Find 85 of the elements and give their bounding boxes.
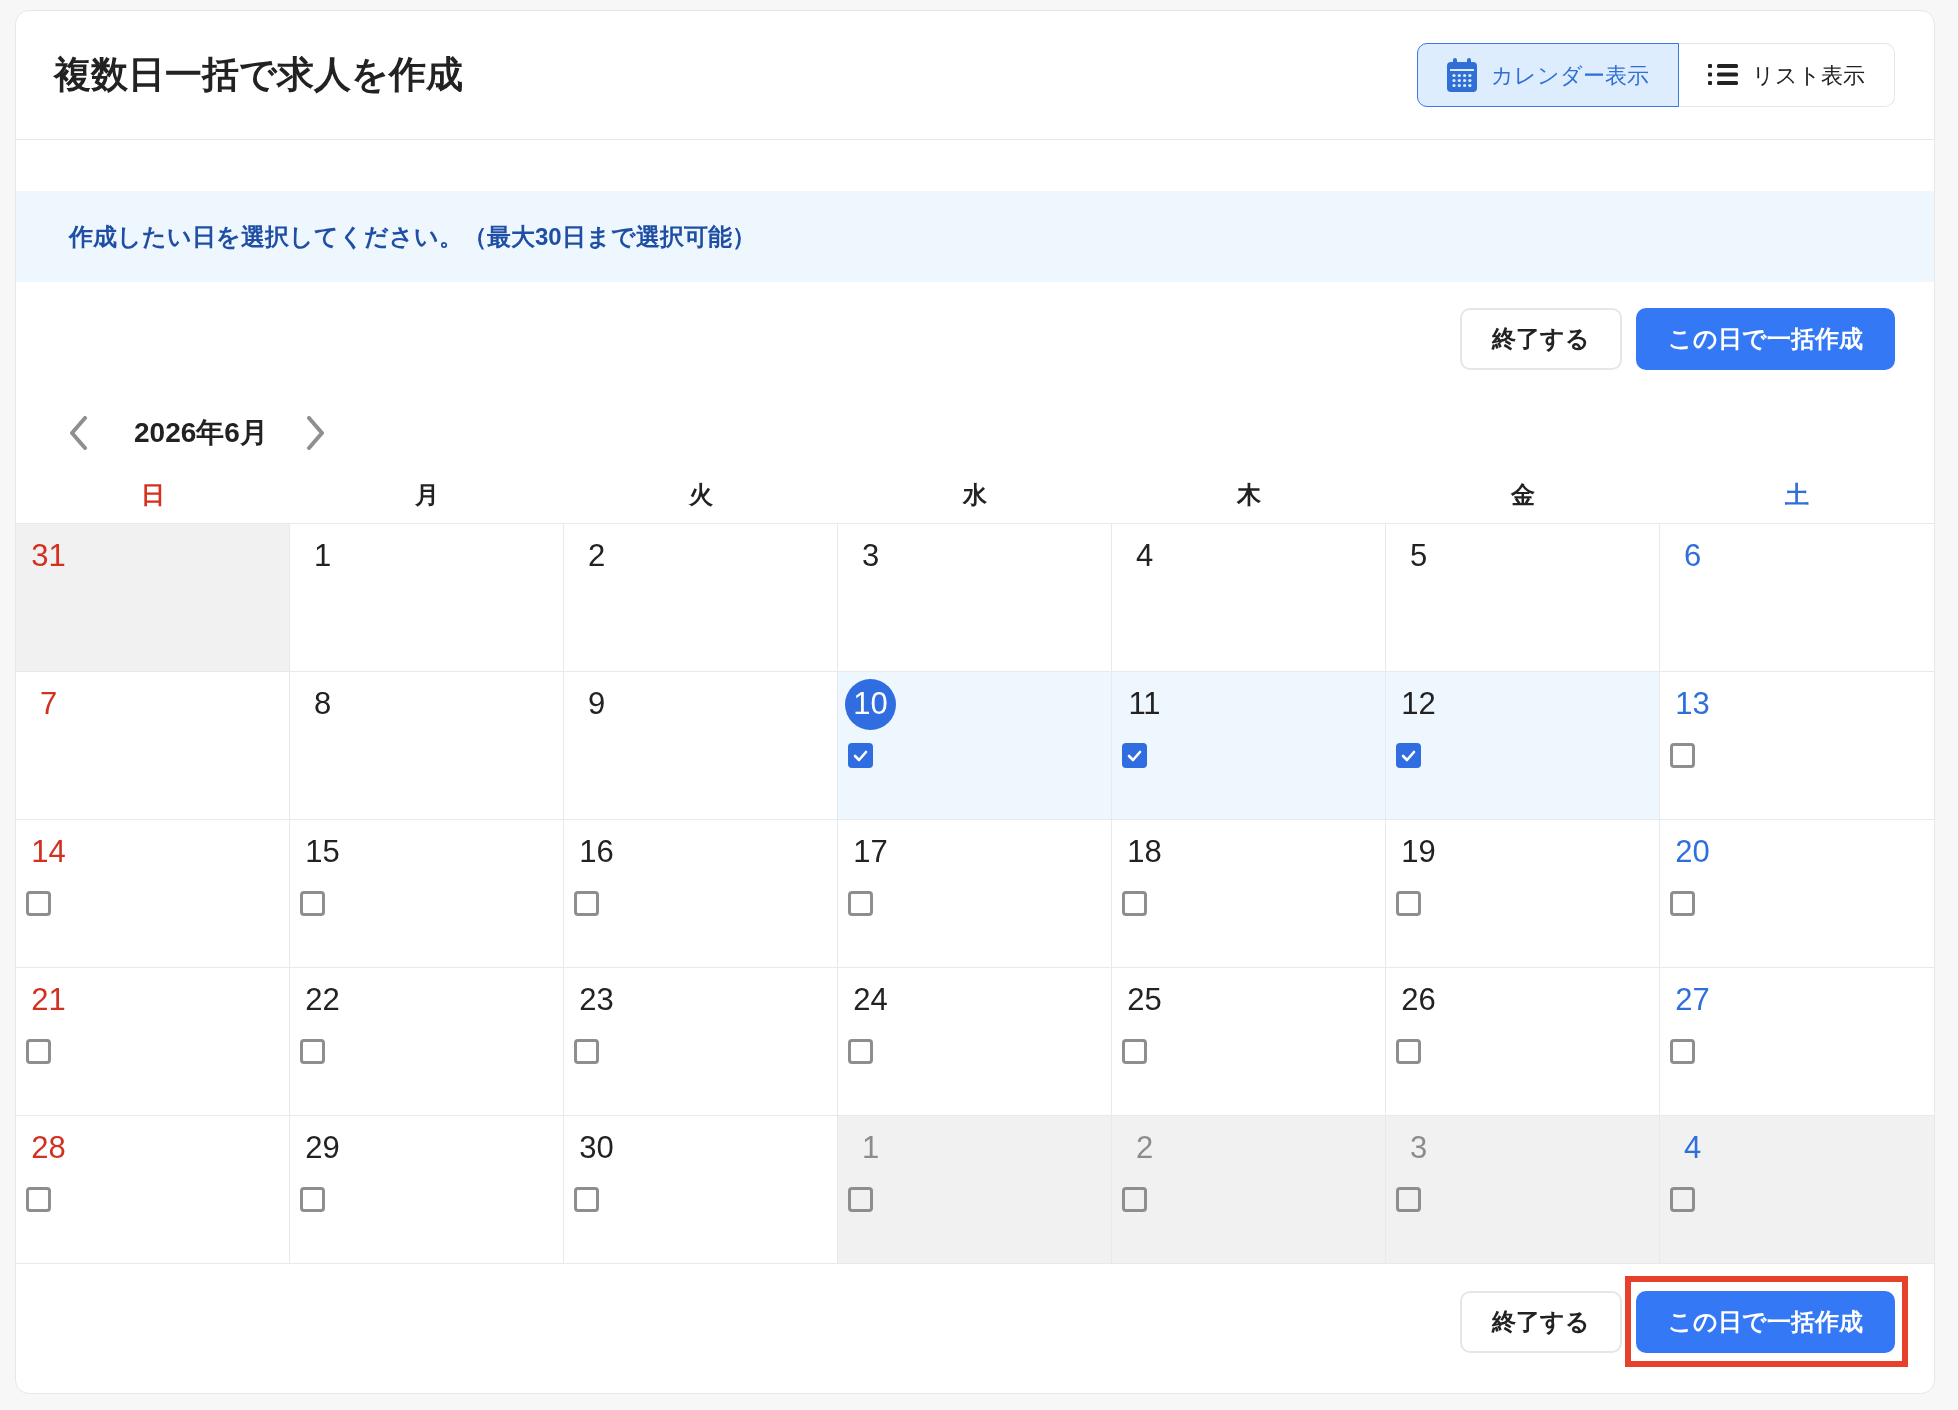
weekday-label: 金	[1510, 480, 1536, 510]
checkbox[interactable]	[1670, 891, 1695, 916]
page-title: 複数日一括で求人を作成	[54, 53, 463, 98]
checkbox[interactable]	[1122, 743, 1147, 768]
date-number: 7	[38, 685, 59, 724]
checkbox[interactable]	[1122, 1039, 1147, 1064]
view-toggle-button[interactable]: リスト表示	[1679, 43, 1895, 107]
checkbox[interactable]	[848, 891, 873, 916]
next-month-button[interactable]	[305, 416, 325, 450]
date-number: 2	[1134, 1129, 1155, 1168]
checkbox[interactable]	[848, 1187, 873, 1212]
previous-month-button[interactable]	[69, 416, 88, 450]
date-number: 11	[1127, 685, 1162, 724]
date-number: 16	[578, 833, 615, 872]
check-icon	[853, 749, 868, 762]
weekday-label: 月	[414, 480, 440, 510]
checkbox[interactable]	[574, 1187, 599, 1212]
checkbox[interactable]	[1396, 1187, 1421, 1212]
create-button[interactable]: この日で一括作成	[1636, 1291, 1895, 1353]
chevron-left-icon	[69, 416, 88, 450]
finish-button[interactable]: 終了する	[1460, 1291, 1622, 1353]
date-number: 27	[1674, 981, 1711, 1020]
checkbox[interactable]	[1396, 1039, 1421, 1064]
date-number: 1	[860, 1129, 881, 1168]
weekday-label: 土	[1784, 480, 1810, 510]
check-icon	[1127, 749, 1142, 762]
date-number: 28	[30, 1129, 67, 1168]
date-number: 25	[1126, 981, 1163, 1020]
date-number: 21	[30, 981, 67, 1020]
checkbox[interactable]	[1670, 1039, 1695, 1064]
date-number: 24	[852, 981, 889, 1020]
checkbox[interactable]	[1396, 891, 1421, 916]
date-number: 2	[586, 537, 607, 576]
finish-button[interactable]: 終了する	[1460, 308, 1622, 370]
checkbox[interactable]	[1670, 743, 1695, 768]
date-number: 18	[1126, 833, 1163, 872]
calendar-icon	[1447, 58, 1477, 92]
weekday-label: 水	[961, 480, 988, 510]
checkbox[interactable]	[1670, 1187, 1695, 1212]
checkbox[interactable]	[574, 891, 599, 916]
checkbox[interactable]	[300, 891, 325, 916]
checkbox[interactable]	[1396, 743, 1421, 768]
checkbox[interactable]	[1122, 1187, 1147, 1212]
date-number: 29	[304, 1129, 341, 1168]
date-number: 1	[312, 537, 333, 576]
date-number: 15	[304, 833, 341, 872]
date-number: 3	[1408, 1129, 1429, 1168]
date-number: 12	[1400, 685, 1437, 724]
checkbox[interactable]	[1122, 891, 1147, 916]
checkbox[interactable]	[848, 743, 873, 768]
date-number: 19	[1400, 833, 1437, 872]
date-number: 23	[578, 981, 615, 1020]
date-number: 8	[312, 685, 333, 724]
checkbox[interactable]	[26, 891, 51, 916]
date-number: 5	[1408, 537, 1429, 576]
weekday-label: 木	[1236, 480, 1262, 510]
date-number: 9	[586, 685, 607, 724]
date-number: 4	[1134, 537, 1155, 576]
weekday-label: 火	[687, 480, 714, 510]
check-icon	[1401, 749, 1416, 762]
date-number: 30	[578, 1129, 615, 1168]
checkbox[interactable]	[26, 1187, 51, 1212]
date-number: 3	[860, 537, 881, 576]
date-number: 13	[1674, 685, 1711, 724]
date-number: 14	[30, 833, 67, 872]
view-toggle-button[interactable]: カレンダー表示	[1417, 43, 1679, 107]
weekday-label: 日	[140, 480, 166, 510]
notice-text: 作成したい日を選択してください。（最大30日まで選択可能）	[69, 221, 756, 252]
checkbox[interactable]	[26, 1039, 51, 1064]
date-number: 17	[852, 833, 889, 872]
create-button[interactable]: この日で一括作成	[1636, 308, 1895, 370]
checkbox[interactable]	[300, 1187, 325, 1212]
checkbox[interactable]	[574, 1039, 599, 1064]
month-title: 2026年6月	[134, 416, 268, 450]
date-number: 4	[1682, 1129, 1703, 1168]
checkbox[interactable]	[300, 1039, 325, 1064]
date-number: 22	[304, 981, 341, 1020]
date-number: 20	[1674, 833, 1711, 872]
date-number: 10	[845, 679, 896, 730]
chevron-right-icon	[305, 416, 325, 450]
date-number: 31	[30, 537, 67, 576]
date-number: 26	[1400, 981, 1437, 1020]
list-icon	[1708, 64, 1738, 86]
date-number: 6	[1682, 537, 1703, 576]
checkbox[interactable]	[848, 1039, 873, 1064]
